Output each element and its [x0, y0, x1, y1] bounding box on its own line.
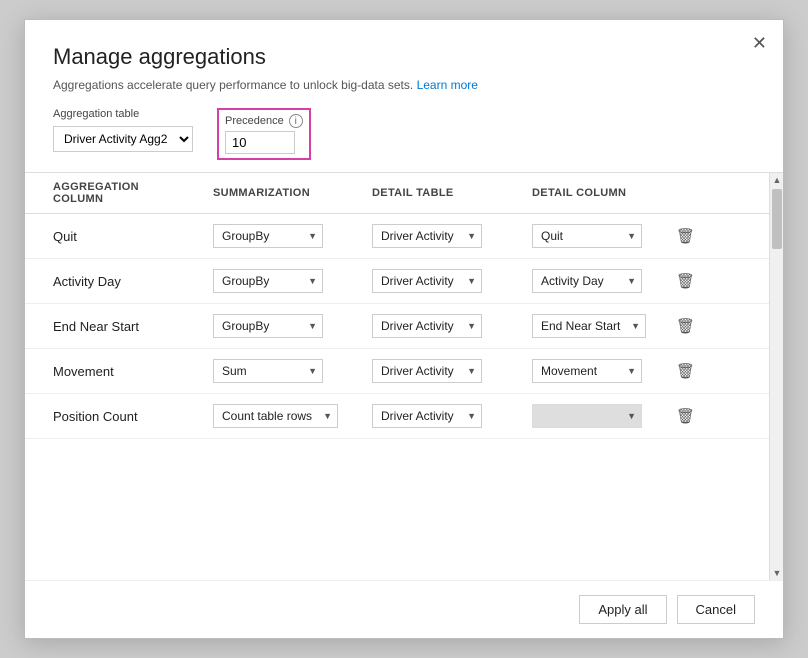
delete-row-button[interactable]: 🗑	[670, 360, 701, 382]
precedence-input[interactable]	[225, 131, 295, 154]
agg-col-cell: End Near Start	[25, 304, 185, 349]
summarization-select[interactable]: GroupBy	[213, 269, 323, 293]
detail-column-cell: Quit▼	[504, 214, 664, 259]
aggregations-table-container: AGGREGATION COLUMN SUMMARIZATION DETAIL …	[25, 172, 783, 580]
detail-table-cell: Driver Activity▼	[344, 259, 504, 304]
delete-cell: 🗑	[664, 304, 769, 349]
scrollbar-down-arrow[interactable]: ▼	[770, 566, 783, 580]
summarization-cell: GroupBy▼	[185, 214, 344, 259]
agg-col-cell: Position Count	[25, 394, 185, 439]
delete-cell: 🗑	[664, 394, 769, 439]
table-header-row: AGGREGATION COLUMN SUMMARIZATION DETAIL …	[25, 173, 769, 214]
table-row: Position CountCount table rows▼Driver Ac…	[25, 394, 769, 439]
detail-table-cell: Driver Activity▼	[344, 304, 504, 349]
summarization-select[interactable]: Sum	[213, 359, 323, 383]
detail-column-cell: End Near Start▼	[504, 304, 664, 349]
precedence-label: Precedence	[225, 115, 284, 127]
col-header-detail-column: DETAIL COLUMN	[504, 173, 664, 214]
dialog-title: Manage aggregations	[53, 44, 755, 70]
apply-all-button[interactable]: Apply all	[579, 595, 666, 624]
detail-column-select[interactable]: Activity Day	[532, 269, 642, 293]
summarization-select[interactable]: GroupBy	[213, 224, 323, 248]
precedence-info-icon[interactable]: i	[289, 114, 303, 128]
col-header-action	[664, 173, 769, 214]
detail-table-cell: Driver Activity▼	[344, 394, 504, 439]
close-button[interactable]: ✕	[752, 34, 767, 52]
summarization-cell: GroupBy▼	[185, 304, 344, 349]
agg-col-cell: Quit	[25, 214, 185, 259]
detail-column-cell: Activity Day▼	[504, 259, 664, 304]
learn-more-link[interactable]: Learn more	[417, 78, 478, 92]
col-header-agg-column: AGGREGATION COLUMN	[25, 173, 185, 214]
cancel-button[interactable]: Cancel	[677, 595, 755, 624]
scrollbar-track[interactable]: ▲ ▼	[769, 173, 783, 580]
agg-col-cell: Movement	[25, 349, 185, 394]
summarization-select[interactable]: GroupBy	[213, 314, 323, 338]
controls-row: Aggregation table Driver Activity Agg2 P…	[25, 108, 783, 172]
table-row: End Near StartGroupBy▼Driver Activity▼En…	[25, 304, 769, 349]
table-row: MovementSum▼Driver Activity▼Movement▼🗑	[25, 349, 769, 394]
col-header-detail-table: DETAIL TABLE	[344, 173, 504, 214]
detail-column-select[interactable]: Quit	[532, 224, 642, 248]
scrollbar-thumb[interactable]	[772, 189, 782, 249]
detail-table-select[interactable]: Driver Activity	[372, 224, 482, 248]
scrollbar-up-arrow[interactable]: ▲	[770, 173, 783, 187]
agg-table-label: Aggregation table	[53, 108, 193, 120]
delete-row-button[interactable]: 🗑	[670, 225, 701, 247]
table-row: QuitGroupBy▼Driver Activity▼Quit▼🗑	[25, 214, 769, 259]
table-row: Activity DayGroupBy▼Driver Activity▼Acti…	[25, 259, 769, 304]
precedence-box: Precedence i	[217, 108, 311, 160]
delete-row-button[interactable]: 🗑	[670, 315, 701, 337]
delete-cell: 🗑	[664, 214, 769, 259]
delete-row-button[interactable]: 🗑	[670, 405, 701, 427]
detail-table-select[interactable]: Driver Activity	[372, 269, 482, 293]
agg-table-group: Aggregation table Driver Activity Agg2	[53, 108, 193, 152]
aggregations-table: AGGREGATION COLUMN SUMMARIZATION DETAIL …	[25, 173, 769, 439]
delete-cell: 🗑	[664, 259, 769, 304]
agg-table-select[interactable]: Driver Activity Agg2	[53, 126, 193, 152]
detail-column-cell: Movement▼	[504, 349, 664, 394]
delete-cell: 🗑	[664, 349, 769, 394]
detail-column-cell: ▼	[504, 394, 664, 439]
col-header-summarization: SUMMARIZATION	[185, 173, 344, 214]
delete-row-button[interactable]: 🗑	[670, 270, 701, 292]
detail-column-select[interactable]	[532, 404, 642, 428]
summarization-cell: Count table rows▼	[185, 394, 344, 439]
dialog-subtitle: Aggregations accelerate query performanc…	[53, 78, 755, 92]
agg-col-cell: Activity Day	[25, 259, 185, 304]
detail-table-select[interactable]: Driver Activity	[372, 359, 482, 383]
summarization-cell: GroupBy▼	[185, 259, 344, 304]
agg-table-select-wrapper: Driver Activity Agg2	[53, 126, 193, 152]
manage-aggregations-dialog: ✕ Manage aggregations Aggregations accel…	[24, 19, 784, 639]
detail-table-select[interactable]: Driver Activity	[372, 404, 482, 428]
dialog-footer: Apply all Cancel	[25, 580, 783, 638]
detail-column-select[interactable]: Movement	[532, 359, 642, 383]
dialog-header: Manage aggregations Aggregations acceler…	[25, 20, 783, 108]
summarization-select[interactable]: Count table rows	[213, 404, 338, 428]
detail-table-cell: Driver Activity▼	[344, 349, 504, 394]
detail-table-select[interactable]: Driver Activity	[372, 314, 482, 338]
summarization-cell: Sum▼	[185, 349, 344, 394]
precedence-label-row: Precedence i	[225, 114, 303, 128]
detail-table-cell: Driver Activity▼	[344, 214, 504, 259]
detail-column-select[interactable]: End Near Start	[532, 314, 646, 338]
